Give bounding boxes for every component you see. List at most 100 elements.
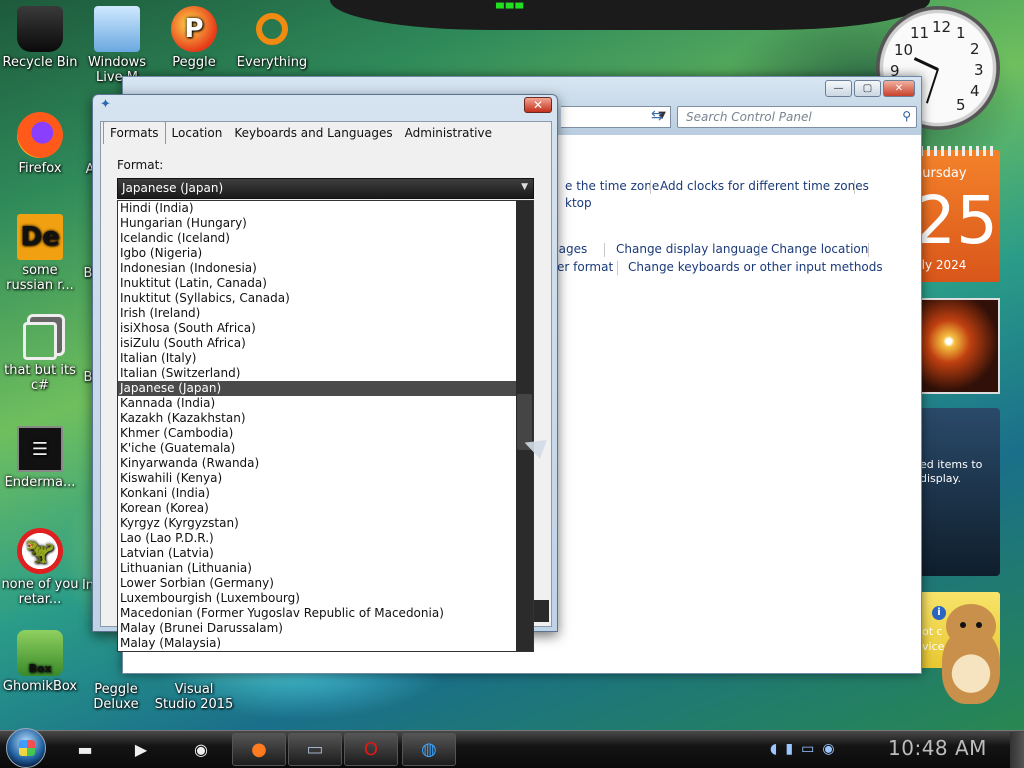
link-change-location[interactable]: Change location [771, 242, 868, 256]
slideshow-gadget[interactable] [914, 298, 1000, 394]
format-option[interactable]: Luxembourgish (Luxembourg) [118, 591, 533, 606]
desktop-icon-label: Peggle Deluxe [93, 682, 139, 712]
desktop-icon-label: Recycle Bin [2, 55, 78, 70]
format-option[interactable]: Inuktitut (Syllabics, Canada) [118, 291, 533, 306]
clock-number: 10 [894, 41, 914, 59]
desktop-icon-firefox[interactable]: Firefox [0, 112, 80, 176]
tab-location[interactable]: Location [166, 122, 229, 145]
format-option[interactable]: K'iche (Guatemala) [118, 441, 533, 456]
terminal-icon[interactable]: ▬ [70, 736, 100, 762]
format-option[interactable]: Korean (Korea) [118, 501, 533, 516]
tab-keyboards-and-languages[interactable]: Keyboards and Languages [228, 122, 398, 145]
desktop-icon-none-of-you[interactable]: 🦖 none of you retar... [0, 528, 80, 607]
speaker-icon[interactable]: ◖ [770, 741, 777, 757]
clock-number: 4 [970, 82, 980, 100]
globe-icon[interactable]: ◉ [186, 736, 216, 762]
format-option[interactable]: Konkani (India) [118, 486, 533, 501]
media-player-icon[interactable]: ▶ [126, 736, 156, 762]
start-button[interactable] [6, 728, 46, 768]
dialog-close-button[interactable]: ✕ [524, 97, 552, 113]
format-option[interactable]: isiXhosa (South Africa) [118, 321, 533, 336]
format-option[interactable]: Hindi (India) [118, 201, 533, 216]
desktop-icon-peggle-deluxe[interactable]: Peggle Deluxe [76, 682, 156, 712]
link-change-keyboards[interactable]: Change keyboards or other input methods [628, 260, 883, 274]
feed-gadget[interactable]: ed items to display. [914, 408, 1000, 576]
tab-formats[interactable]: Formats [103, 121, 166, 144]
desktop-icon-label: that but its c# [4, 363, 76, 393]
dialog-button-edge[interactable] [533, 600, 549, 622]
clock-number: 3 [974, 61, 984, 79]
taskbar-app-media[interactable]: ▭ [288, 733, 342, 766]
chevron-down-icon[interactable]: ▼ [521, 182, 528, 192]
format-dropdown-list[interactable]: Hindi (India) Hungarian (Hungary) Icelandi… [117, 200, 534, 652]
desktop-icon-windows-live-mail[interactable]: Windows Live M [78, 6, 156, 85]
firefox-icon [17, 112, 63, 158]
format-option[interactable]: Khmer (Cambodia) [118, 426, 533, 441]
desktop-icon-visual-studio[interactable]: Visual Studio 2015 [154, 682, 234, 712]
format-option[interactable]: Kiswahili (Kenya) [118, 471, 533, 486]
clock-number: 12 [932, 18, 952, 36]
clock-minute-hand [925, 68, 939, 104]
calendar-rings [920, 146, 994, 156]
tab-administrative[interactable]: Administrative [399, 122, 498, 145]
format-option[interactable]: Lao (Lao P.D.R.) [118, 531, 533, 546]
format-option[interactable]: Malay (Malaysia) [118, 636, 533, 651]
globe-icon: ✦ [100, 97, 111, 112]
refresh-icon[interactable]: ⇆ [651, 108, 663, 124]
desktop-icon-everything[interactable]: Everything [232, 6, 312, 70]
link-desktop[interactable]: ktop [565, 196, 592, 210]
desktop-icon-label: GhomikBox [2, 679, 78, 694]
format-option[interactable]: Malay (Brunei Darussalam) [118, 621, 533, 636]
format-option[interactable]: Igbo (Nigeria) [118, 246, 533, 261]
format-option[interactable]: Latvian (Latvia) [118, 546, 533, 561]
desktop-icon-ghomikbox[interactable]: Box GhomikBox [0, 630, 80, 694]
format-option[interactable]: Hungarian (Hungary) [118, 216, 533, 231]
monitor-icon[interactable]: ▭ [801, 741, 814, 757]
terminal-icon: ☰ [17, 426, 63, 472]
format-option[interactable]: Inuktitut (Latin, Canada) [118, 276, 533, 291]
usb-icon[interactable]: ▮ [785, 741, 793, 757]
desktop-icon-enderma[interactable]: ☰ Enderma... [0, 426, 80, 490]
maximize-button[interactable]: ▢ [854, 80, 881, 97]
link-add-clocks[interactable]: Add clocks for different time zones [660, 179, 869, 193]
clock-number: 11 [910, 24, 930, 42]
format-option[interactable]: Icelandic (Iceland) [118, 231, 533, 246]
format-option[interactable]: Macedonian (Former Yugoslav Republic of … [118, 606, 533, 621]
taskbar-app-firefox[interactable]: ● [232, 733, 286, 766]
taskbar-app-opera[interactable]: O [344, 733, 398, 766]
link-time-zone[interactable]: e the time zone [565, 179, 659, 193]
taskbar-clock[interactable]: 10:48 AM [888, 736, 987, 760]
desktop-icon-peggle[interactable]: P Peggle [154, 6, 234, 70]
format-option[interactable]: Kinyarwanda (Rwanda) [118, 456, 533, 471]
search-icon[interactable]: ⚲ [902, 109, 911, 123]
format-option[interactable]: isiZulu (South Africa) [118, 336, 533, 351]
network-icon: ◍ [421, 739, 437, 760]
format-option[interactable]: Japanese (Japan) [118, 381, 533, 396]
minimize-button[interactable]: — [825, 80, 852, 97]
calendar-gadget[interactable]: hursday 25 uly 2024 [914, 146, 1000, 282]
link-number-format[interactable]: er format [557, 260, 613, 274]
format-option[interactable]: Kazakh (Kazakhstan) [118, 411, 533, 426]
show-desktop-button[interactable] [1010, 732, 1024, 768]
format-option[interactable]: Kannada (India) [118, 396, 533, 411]
format-option[interactable]: Italian (Italy) [118, 351, 533, 366]
format-select[interactable]: Japanese (Japan) ▼ [117, 178, 534, 199]
desktop-icon-that-but-its-csharp[interactable]: that but its c# [0, 322, 80, 393]
taskbar-app-network[interactable]: ◍ [402, 733, 456, 766]
dock-indicator: ▀▀▀ [496, 4, 526, 15]
format-option[interactable]: Italian (Switzerland) [118, 366, 533, 381]
desktop-icon-recycle-bin[interactable]: Recycle Bin [0, 6, 80, 70]
link-change-display-language[interactable]: Change display language [616, 242, 768, 256]
format-option[interactable]: Irish (Ireland) [118, 306, 533, 321]
search-input[interactable]: Search Control Panel ⚲ [677, 106, 917, 128]
network-tray-icon[interactable]: ◉ [822, 741, 834, 757]
format-option[interactable]: Kyrgyz (Kyrgyzstan) [118, 516, 533, 531]
link-separator [604, 243, 605, 257]
recycle-bin-icon [17, 6, 63, 52]
desktop-icon-some-russian[interactable]: De some russian r... [0, 214, 80, 293]
format-option[interactable]: Lithuanian (Lithuania) [118, 561, 533, 576]
close-button[interactable]: ✕ [883, 80, 915, 97]
format-option[interactable]: Indonesian (Indonesia) [118, 261, 533, 276]
dropdown-scrollbar[interactable] [516, 201, 533, 651]
format-option[interactable]: Lower Sorbian (Germany) [118, 576, 533, 591]
